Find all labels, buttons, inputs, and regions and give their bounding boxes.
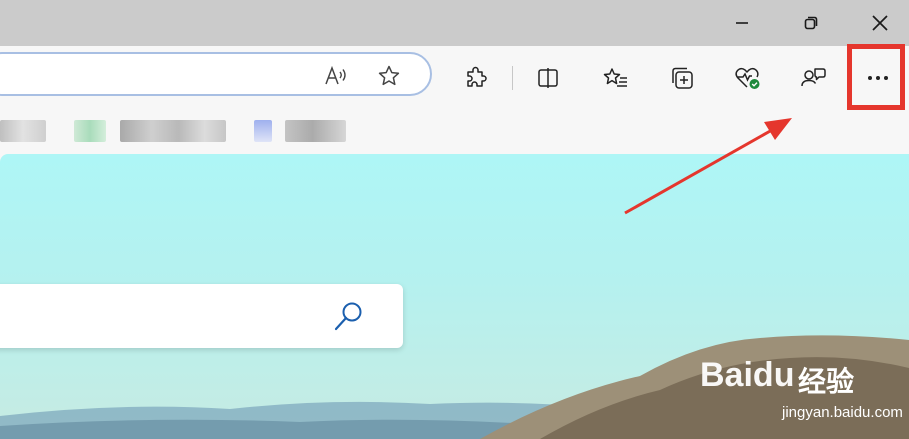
restore-icon (804, 16, 818, 30)
close-icon (872, 15, 888, 31)
close-button[interactable] (857, 0, 903, 46)
search-icon[interactable] (332, 299, 366, 333)
page-search-box[interactable] (0, 284, 403, 348)
collections-button[interactable] (662, 58, 702, 98)
read-aloud-icon (325, 65, 346, 85)
watermark-logo-text: Bai (700, 356, 753, 394)
minimize-icon (736, 22, 748, 24)
title-bar (0, 0, 909, 46)
browser-essentials-icon (735, 67, 760, 89)
favorites-bar-item[interactable] (120, 120, 226, 142)
page-content (0, 154, 909, 439)
browser-essentials-button[interactable] (728, 58, 768, 98)
favorites-bar-item[interactable] (254, 120, 272, 142)
profile-icon (801, 68, 826, 87)
toolbar-separator (512, 66, 513, 90)
address-bar[interactable] (0, 52, 432, 96)
toolbar (0, 46, 909, 108)
minimize-button[interactable] (719, 0, 765, 46)
read-aloud-button[interactable] (322, 62, 352, 90)
favorites-icon (603, 68, 627, 87)
favorites-bar (0, 108, 909, 154)
watermark-chinese: 经验 (798, 366, 855, 397)
extensions-button[interactable] (456, 58, 496, 98)
favorites-bar-item[interactable] (285, 120, 346, 142)
favorites-bar-item[interactable] (0, 120, 46, 142)
favorites-bar-item[interactable] (74, 120, 106, 142)
watermark-url: jingyan.baidu.com (782, 404, 903, 421)
split-screen-button[interactable] (528, 58, 568, 98)
split-screen-icon (538, 68, 558, 88)
restore-button[interactable] (788, 0, 834, 46)
profile-button[interactable] (793, 58, 833, 98)
collections-icon (672, 67, 693, 89)
add-favorite-button[interactable] (374, 61, 404, 91)
favorite-star-icon (378, 65, 400, 86)
favorites-button[interactable] (596, 58, 636, 98)
extensions-icon (467, 66, 487, 87)
watermark-logo: Baidu (700, 356, 794, 395)
watermark-logo-suffix: du (752, 356, 795, 394)
more-options-highlight (847, 44, 905, 110)
